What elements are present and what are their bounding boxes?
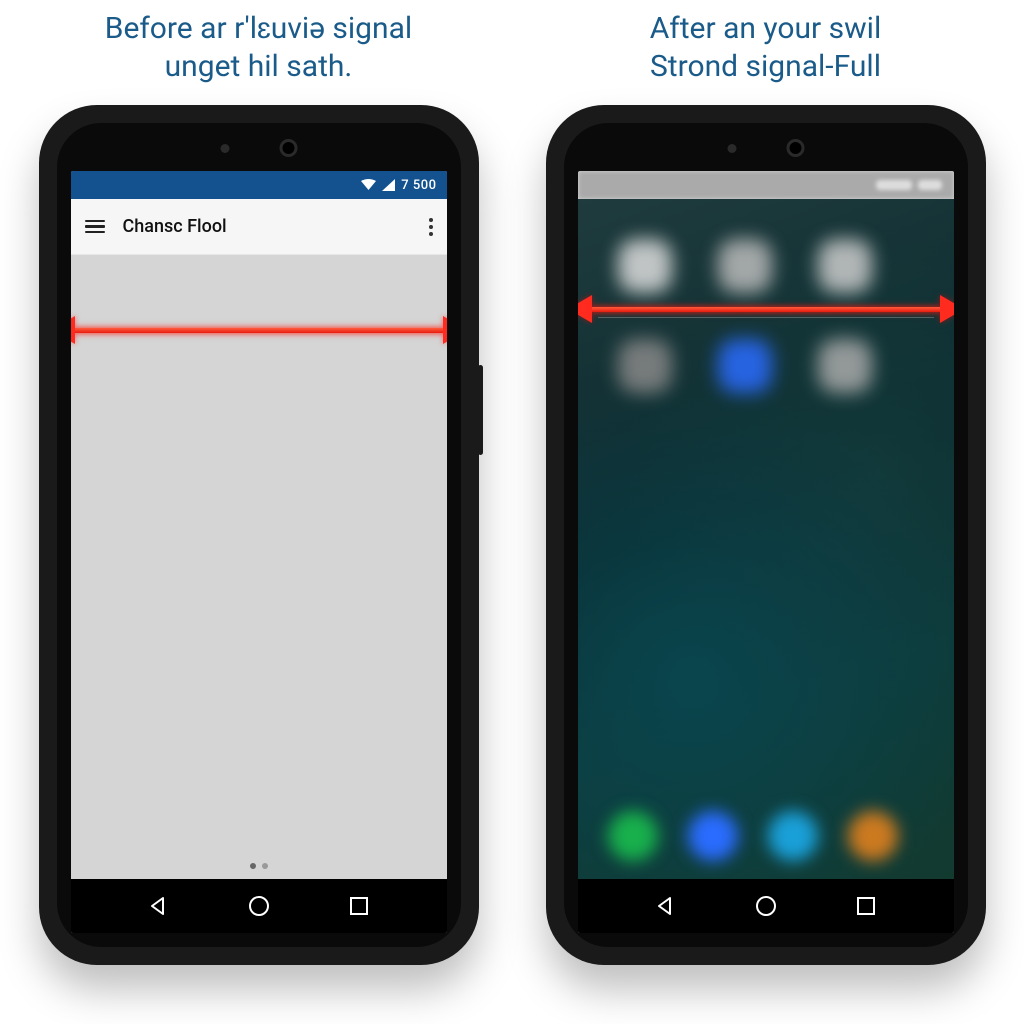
arrow-right-head-icon [443,316,447,344]
power-button[interactable] [478,365,483,455]
dock-icon-blurred [848,811,898,861]
phone-right [546,105,986,965]
status-time: 7 500 [401,178,436,193]
dock-icon-blurred [768,811,818,861]
menu-icon[interactable] [85,220,105,234]
dock-icon-blurred [608,811,658,861]
sensor-bar [727,139,804,157]
page-indicator [250,863,268,869]
home-circle-icon [756,896,776,916]
app-icon-blurred [718,239,772,293]
after-panel: After an your swil Strond signal-Full [527,10,1004,1004]
app-icon-blurred [818,339,872,393]
app-bar: Chansc Flool [71,199,447,255]
cell-signal-icon [382,179,395,191]
app-icon-blurred [718,339,772,393]
android-navbar [71,879,447,933]
swipe-arrow-icon [578,294,954,324]
proximity-sensor-icon [220,144,229,153]
phone-left: 7 500 Chansc Flool [39,105,479,965]
after-title-line2: Strond signal-Full [650,49,881,84]
recent-square-icon [857,897,875,915]
front-camera-icon [786,139,804,157]
phone-body-left: 7 500 Chansc Flool [57,123,461,947]
home-screen-blurred[interactable] [578,199,954,879]
app-icon-blurred [818,239,872,293]
before-title-line1: Before ar r'lɛuviə signal [105,11,412,46]
recent-square-icon [350,897,368,915]
proximity-sensor-icon [727,144,736,153]
sensor-bar [220,139,297,157]
page-dot [250,863,256,869]
status-blur-icon [876,180,912,190]
back-button[interactable] [652,893,678,919]
arrow-right-head-icon [940,295,954,323]
wifi-icon [361,179,376,191]
home-circle-icon [249,896,269,916]
status-bar: 7 500 [71,171,447,199]
home-button[interactable] [753,893,779,919]
app-icon-blurred [618,239,672,293]
status-bar-blurred [578,171,954,199]
android-navbar [578,879,954,933]
recent-apps-button[interactable] [346,893,372,919]
overflow-menu-icon[interactable] [429,218,433,236]
swipe-arrow-icon [71,315,447,345]
back-button[interactable] [145,893,171,919]
front-camera-icon [279,139,297,157]
content-area-left[interactable] [71,255,447,879]
recent-apps-button[interactable] [853,893,879,919]
status-blur-icon [918,180,942,190]
after-title-line1: After an your swil [650,11,882,46]
phone-body-right [564,123,968,947]
page-dot [262,863,268,869]
before-title: Before ar r'lɛuviə signal unget hil sath… [105,10,412,90]
home-button[interactable] [246,893,272,919]
arrow-line-icon [592,307,940,312]
app-title: Chansc Flool [123,216,411,237]
dock-icon-blurred [688,811,738,861]
screen-right [578,171,954,933]
screen-left: 7 500 Chansc Flool [71,171,447,933]
before-panel: Before ar r'lɛuviə signal unget hil sath… [20,10,497,1004]
arrow-left-head-icon [578,295,592,323]
app-icon-blurred [618,339,672,393]
after-title: After an your swil Strond signal-Full [650,10,882,90]
arrow-line-icon [75,328,443,333]
before-title-line2: unget hil sath. [165,49,353,84]
